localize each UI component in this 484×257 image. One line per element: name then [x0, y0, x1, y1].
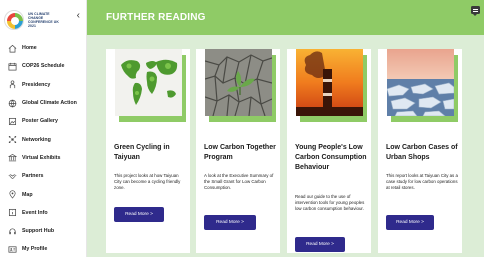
globe-icon — [7, 98, 17, 108]
card-description: This project looks at how Taiyuan City c… — [114, 173, 181, 191]
map-icon — [7, 190, 17, 200]
card-description: A look at the Executive Summary of the S… — [204, 173, 274, 191]
app-window: UN CLIMATE CHANGE CONFERENCE UK 2021 ‹ H… — [0, 0, 484, 257]
info-icon — [7, 208, 17, 218]
reading-card-young-peoples: Young People's Low Carbon Consumption Be… — [287, 49, 371, 253]
sidebar-item-label: Virtual Exhibits — [22, 154, 61, 161]
main-content: FURTHER READING Green Cycling in Taiyuan… — [87, 0, 484, 257]
card-description: Read our guide to the use of interventio… — [295, 194, 365, 212]
sidebar-item-map[interactable]: Map — [0, 185, 87, 203]
calendar-icon — [7, 61, 17, 71]
card-image-frame — [387, 49, 458, 122]
card-title: Green Cycling in Taiyuan — [114, 144, 170, 161]
sidebar-item-label: Global Climate Action — [22, 100, 77, 107]
card-image-frame — [296, 49, 367, 122]
sidebar-item-label: Support Hub — [22, 228, 55, 235]
card-image-frame — [115, 49, 186, 122]
read-more-button[interactable]: Read More > — [295, 237, 345, 252]
sidebar-item-global-climate-action[interactable]: Global Climate Action — [0, 94, 87, 112]
sidebar-item-my-profile[interactable]: My Profile — [0, 240, 87, 257]
support-icon — [7, 226, 17, 236]
sidebar-item-presidency[interactable]: Presidency — [0, 76, 87, 94]
chevron-left-icon[interactable]: ‹ — [77, 10, 80, 21]
conference-logo-emblem — [4, 10, 24, 30]
sidebar-item-event-info[interactable]: Event Info — [0, 204, 87, 222]
conference-logo-text: UN CLIMATE CHANGE CONFERENCE UK 2021 — [28, 12, 59, 28]
sidebar-item-label: Event Info — [22, 209, 48, 216]
sidebar-item-label: Map — [22, 191, 33, 198]
green-world-map-image[interactable] — [115, 49, 182, 116]
read-more-button[interactable]: Read More > — [204, 215, 256, 230]
card-description: This report looks at Taiyuan City as a c… — [386, 173, 458, 191]
sidebar-item-partners[interactable]: Partners — [0, 167, 87, 185]
chat-icon[interactable] — [471, 6, 480, 16]
poster-icon — [7, 116, 17, 126]
sidebar-item-label: Presidency — [22, 81, 51, 88]
profile-icon — [7, 244, 17, 254]
sidebar-item-label: Networking — [22, 136, 51, 143]
page-header: FURTHER READING — [87, 0, 484, 35]
reading-card-green-cycling: Green Cycling in Taiyuan This project lo… — [106, 49, 190, 253]
sidebar-item-label: Poster Gallery — [22, 118, 58, 125]
sidebar: UN CLIMATE CHANGE CONFERENCE UK 2021 ‹ H… — [0, 0, 87, 257]
sidebar-item-cop26-schedule[interactable]: COP26 Schedule — [0, 57, 87, 75]
page-title: FURTHER READING — [106, 12, 206, 23]
sidebar-item-label: Home — [22, 45, 37, 52]
card-title: Low Carbon Cases of Urban Shops — [386, 144, 458, 161]
sidebar-item-label: My Profile — [22, 246, 48, 253]
card-title: Low Carbon Together Program — [204, 144, 276, 161]
plant-in-cracked-earth-image[interactable] — [205, 49, 272, 116]
card-image-frame — [205, 49, 276, 122]
sidebar-item-networking[interactable]: Networking — [0, 130, 87, 148]
person-icon — [7, 80, 17, 90]
read-more-button[interactable]: Read More > — [386, 215, 434, 230]
read-more-button[interactable]: Read More > — [114, 207, 164, 222]
handshake-icon — [7, 171, 17, 181]
home-icon — [7, 43, 17, 53]
reading-card-low-carbon-together: Low Carbon Together Program A look at th… — [196, 49, 280, 253]
smokestack-sunset-image[interactable] — [296, 49, 363, 116]
sidebar-item-support-hub[interactable]: Support Hub — [0, 222, 87, 240]
network-icon — [7, 135, 17, 145]
sidebar-item-poster-gallery[interactable]: Poster Gallery — [0, 112, 87, 130]
reading-card-urban-shops: Low Carbon Cases of Urban Shops This rep… — [378, 49, 462, 253]
exhibit-icon — [7, 153, 17, 163]
sidebar-nav: Home COP26 Schedule Presidency Global Cl… — [0, 39, 87, 257]
sidebar-item-label: Partners — [22, 173, 44, 180]
conference-logo[interactable]: UN CLIMATE CHANGE CONFERENCE UK 2021 — [4, 5, 84, 35]
sidebar-item-label: COP26 Schedule — [22, 63, 65, 70]
sidebar-item-home[interactable]: Home — [0, 39, 87, 57]
card-title: Young People's Low Carbon Consumption Be… — [295, 144, 367, 171]
melting-ice-image[interactable] — [387, 49, 454, 116]
sidebar-item-virtual-exhibits[interactable]: Virtual Exhibits — [0, 149, 87, 167]
